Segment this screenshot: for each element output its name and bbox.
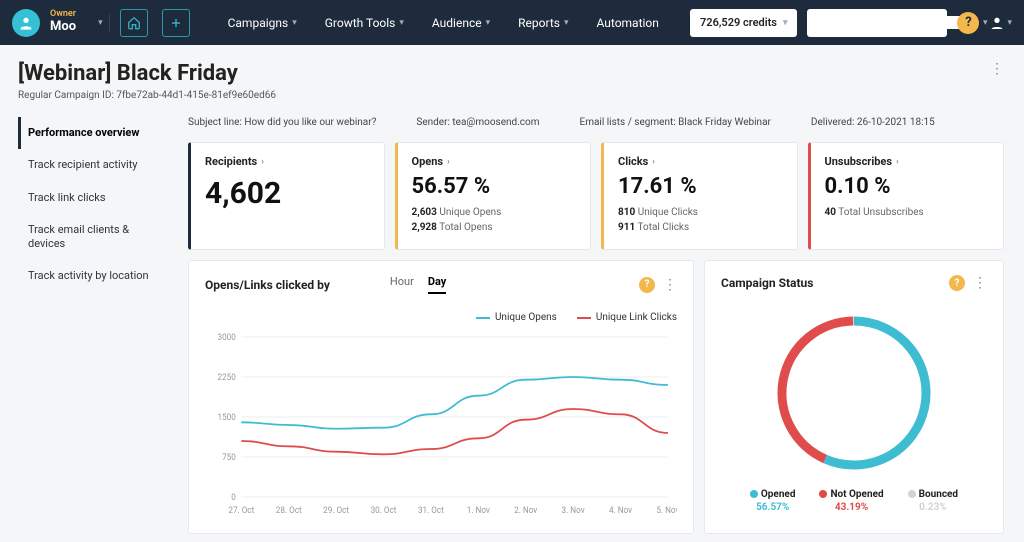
line-chart-legend: Unique Opens Unique Link Clicks	[205, 312, 677, 323]
help-button[interactable]: ?	[957, 12, 979, 34]
page-title: [Webinar] Black Friday	[18, 61, 276, 86]
card-recipients[interactable]: Recipients› 4,602	[188, 142, 385, 250]
unsubs-detail: 40 Total Unsubscribes	[825, 205, 990, 220]
account-switcher[interactable]: ▾	[92, 14, 110, 32]
report-sidebar: Performance overview Track recipient act…	[18, 117, 168, 534]
sidebar-item-location[interactable]: Track activity by location	[18, 260, 168, 292]
svg-text:4. Nov: 4. Nov	[609, 506, 632, 516]
svg-text:30. Oct: 30. Oct	[371, 506, 397, 516]
svg-text:1. Nov: 1. Nov	[467, 506, 490, 516]
svg-text:2. Nov: 2. Nov	[514, 506, 537, 516]
info-icon[interactable]: ?	[949, 275, 965, 291]
chevron-right-icon: ›	[447, 157, 450, 167]
nav-automation[interactable]: Automation	[597, 16, 659, 30]
opens-value: 56.57 %	[412, 174, 577, 199]
account-menu[interactable]: ▾	[989, 15, 1012, 31]
svg-text:28. Oct: 28. Oct	[276, 506, 302, 516]
campaign-meta: Subject line: How did you like our webin…	[188, 117, 1004, 128]
card-unsubscribes[interactable]: Unsubscribes› 0.10 % 40 Total Unsubscrib…	[808, 142, 1005, 250]
brand-name: Moo	[50, 20, 76, 34]
chevron-down-icon: ▾	[98, 18, 103, 28]
chart-more-menu[interactable]: ⋮	[663, 277, 677, 293]
nav-campaigns[interactable]: Campaigns▾	[228, 16, 297, 30]
svg-text:5. Nov: 5. Nov	[656, 506, 677, 516]
status-more-menu[interactable]: ⋮	[973, 275, 987, 291]
svg-text:27. Oct: 27. Oct	[228, 506, 254, 516]
chevron-down-icon: ▾	[292, 18, 297, 28]
opens-detail: 2,603 Unique Opens 2,928 Total Opens	[412, 205, 577, 235]
panel-campaign-status: Campaign Status ? ⋮ Opened 56.57% Not Op…	[704, 260, 1004, 534]
donut-chart	[721, 303, 987, 483]
page-more-menu[interactable]: ⋮	[990, 61, 1004, 77]
line-chart-title: Opens/Links clicked by	[205, 278, 330, 292]
sidebar-item-link-clicks[interactable]: Track link clicks	[18, 182, 168, 214]
status-item-notopened: Not Opened 43.19%	[819, 489, 883, 513]
svg-text:0: 0	[231, 493, 236, 503]
top-navbar: Owner Moo ▾ Campaigns▾ Growth Tools▾ Aud…	[0, 0, 1024, 45]
clicks-detail: 810 Unique Clicks 911 Total Clicks	[618, 205, 783, 235]
nav-audience[interactable]: Audience▾	[432, 16, 490, 30]
sidebar-item-performance[interactable]: Performance overview	[18, 117, 168, 149]
svg-text:1500: 1500	[218, 413, 236, 423]
unsubs-value: 0.10 %	[825, 174, 990, 199]
clicks-value: 17.61 %	[618, 174, 783, 199]
chevron-down-icon: ▾	[564, 18, 569, 28]
home-button[interactable]	[120, 9, 148, 37]
status-title: Campaign Status	[721, 276, 813, 290]
tab-day[interactable]: Day	[428, 275, 447, 294]
recipients-value: 4,602	[205, 176, 370, 211]
main-nav: Campaigns▾ Growth Tools▾ Audience▾ Repor…	[228, 16, 659, 30]
nav-growth-tools[interactable]: Growth Tools▾	[325, 16, 404, 30]
nav-reports[interactable]: Reports▾	[518, 16, 568, 30]
tab-hour[interactable]: Hour	[390, 275, 414, 294]
campaign-id: Regular Campaign ID: 7fbe72ab-44d1-415e-…	[18, 90, 276, 101]
svg-text:3000: 3000	[218, 333, 236, 343]
svg-text:31. Oct: 31. Oct	[418, 506, 444, 516]
sidebar-item-email-clients[interactable]: Track email clients & devices	[18, 214, 168, 261]
brand-logo	[12, 9, 40, 37]
line-chart: 0 750 1500 2250 3000 27. Oct 28. Oct 29. Oct 30.…	[205, 329, 677, 519]
person-icon	[989, 15, 1005, 31]
chevron-down-icon: ▾	[783, 18, 788, 28]
chevron-right-icon: ›	[896, 157, 899, 167]
chevron-down-icon: ▾	[983, 18, 988, 28]
global-search[interactable]: All▾	[807, 9, 947, 37]
panel-opens-links-chart: Opens/Links clicked by Hour Day ? ⋮ U	[188, 260, 694, 534]
new-button[interactable]	[162, 9, 190, 37]
card-clicks[interactable]: Clicks› 17.61 % 810 Unique Clicks 911 To…	[601, 142, 798, 250]
svg-text:750: 750	[222, 453, 236, 463]
search-input[interactable]	[821, 16, 961, 29]
chevron-down-icon: ▾	[486, 18, 491, 28]
sidebar-item-recipient-activity[interactable]: Track recipient activity	[18, 149, 168, 181]
chevron-right-icon: ›	[652, 157, 655, 167]
chevron-down-icon: ▾	[399, 18, 404, 28]
info-icon[interactable]: ?	[639, 277, 655, 293]
account-block: Owner Moo	[50, 10, 76, 34]
svg-text:2250: 2250	[218, 373, 236, 383]
svg-text:3. Nov: 3. Nov	[562, 506, 585, 516]
status-item-bounced: Bounced 0.23%	[908, 489, 958, 513]
card-opens[interactable]: Opens› 56.57 % 2,603 Unique Opens 2,928 …	[395, 142, 592, 250]
chevron-right-icon: ›	[261, 157, 264, 167]
status-legend: Opened 56.57% Not Opened 43.19% Bounced …	[721, 489, 987, 513]
credits-dropdown[interactable]: 726,529 credits▾	[690, 9, 797, 37]
svg-text:29. Oct: 29. Oct	[323, 506, 349, 516]
status-item-opened: Opened 56.57%	[750, 489, 796, 513]
chevron-down-icon: ▾	[1007, 18, 1012, 28]
